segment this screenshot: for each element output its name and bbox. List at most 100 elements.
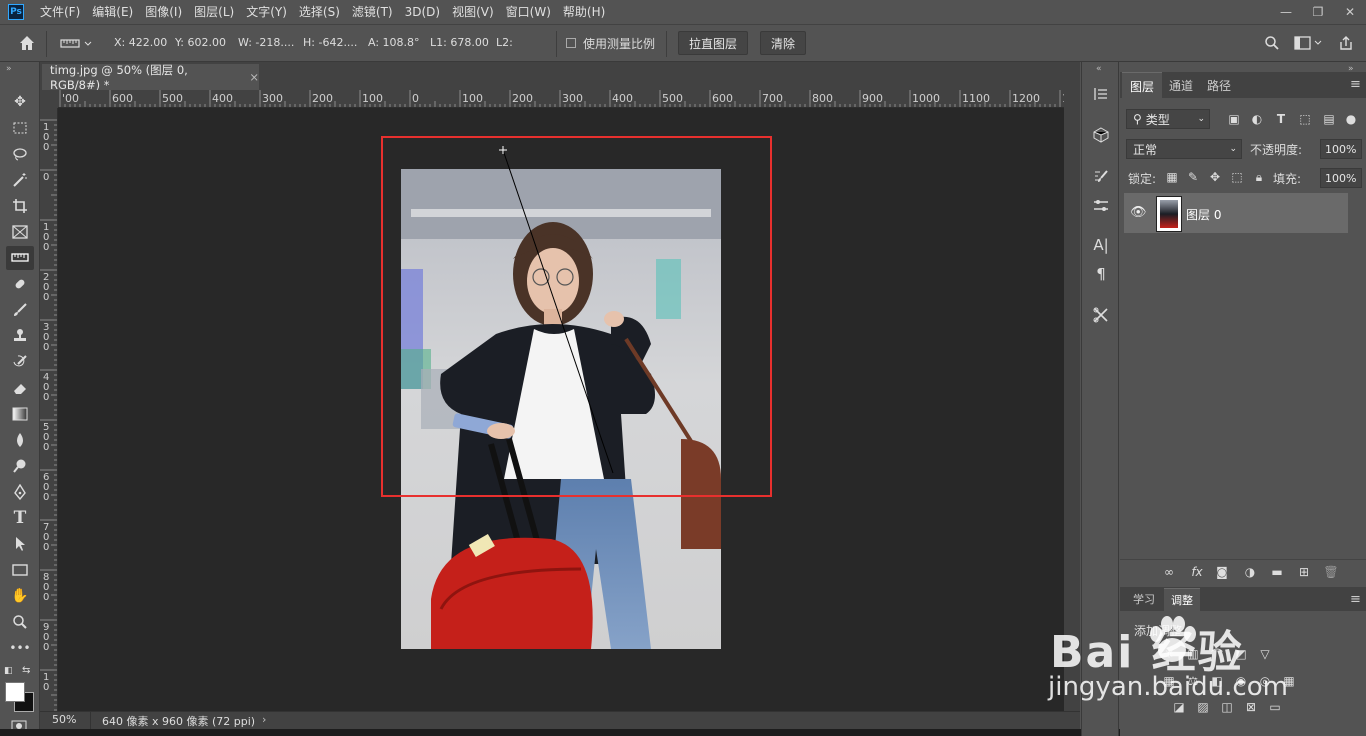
menu-image[interactable]: 图像(I)	[139, 0, 188, 24]
clone-stamp-tool-icon[interactable]	[6, 324, 34, 348]
workspace-icon[interactable]	[1294, 36, 1324, 53]
collapse-chevron-icon[interactable]: »	[6, 64, 12, 74]
posterize-icon[interactable]: ▨	[1194, 698, 1212, 716]
eraser-tool-icon[interactable]	[6, 376, 34, 400]
filter-toggle-icon[interactable]: ●	[1344, 110, 1358, 128]
frame-tool-icon[interactable]	[6, 220, 34, 244]
history-panel-icon[interactable]	[1089, 83, 1113, 105]
paragraph-panel-icon[interactable]: ¶	[1089, 263, 1113, 285]
tab-adjustments[interactable]: 调整	[1164, 588, 1200, 611]
path-selection-tool-icon[interactable]	[6, 532, 34, 556]
character-panel-icon[interactable]: A|	[1089, 234, 1113, 256]
curves-icon[interactable]: ⌒	[1208, 645, 1226, 663]
type-tool-icon[interactable]: T	[6, 506, 34, 530]
menu-file[interactable]: 文件(F)	[34, 0, 86, 24]
tab-paths[interactable]: 路径	[1200, 72, 1238, 98]
zoom-tool-icon[interactable]	[6, 610, 34, 634]
menu-window[interactable]: 窗口(W)	[500, 0, 557, 24]
properties-icon[interactable]	[1089, 195, 1113, 217]
brightness-icon[interactable]: ☀	[1160, 645, 1178, 663]
ruler-origin[interactable]	[40, 90, 58, 108]
color-lookup-icon[interactable]: ▦	[1280, 672, 1298, 690]
lock-position-icon[interactable]: ✥	[1206, 168, 1224, 186]
foreground-color-swatch[interactable]	[5, 682, 25, 702]
new-group-icon[interactable]: ▬	[1268, 563, 1286, 581]
healing-brush-tool-icon[interactable]	[6, 272, 34, 296]
clear-button[interactable]: 清除	[760, 31, 806, 55]
move-tool-icon[interactable]: ✥	[6, 90, 34, 114]
lock-artboard-icon[interactable]: ⬚	[1228, 168, 1246, 186]
vibrance-icon[interactable]: ▽	[1256, 645, 1274, 663]
marquee-tool-icon[interactable]	[6, 116, 34, 140]
home-icon[interactable]	[18, 34, 36, 55]
tab-layers[interactable]: 图层	[1122, 72, 1162, 99]
dodge-tool-icon[interactable]	[6, 454, 34, 478]
gradient-tool-icon[interactable]	[6, 402, 34, 426]
filter-adjustment-icon[interactable]: ◐	[1248, 110, 1266, 128]
panel-menu-icon[interactable]: ≡	[1350, 77, 1361, 92]
lock-image-icon[interactable]: ✎	[1184, 168, 1202, 186]
menu-edit[interactable]: 编辑(E)	[86, 0, 139, 24]
blend-mode-select[interactable]: 正常 ⌄	[1126, 139, 1242, 159]
add-mask-icon[interactable]: ◙	[1213, 563, 1231, 581]
eye-icon[interactable]: 👁︎	[1130, 205, 1147, 220]
tab-learn[interactable]: 学习	[1126, 588, 1162, 610]
layer-style-icon[interactable]: fx	[1188, 563, 1206, 581]
photo-filter-icon[interactable]: ◉	[1232, 672, 1250, 690]
threshold-icon[interactable]: ◫	[1218, 698, 1236, 716]
hue-saturation-icon[interactable]: ▦	[1160, 672, 1178, 690]
gradient-map-icon[interactable]: ▭	[1266, 698, 1284, 716]
menu-layer[interactable]: 图层(L)	[188, 0, 240, 24]
ruler-tool-preset-icon[interactable]	[60, 37, 92, 54]
status-chevron-icon[interactable]: ›	[262, 713, 266, 726]
menu-select[interactable]: 选择(S)	[293, 0, 346, 24]
levels-icon[interactable]: ▥	[1184, 645, 1202, 663]
lock-transparent-icon[interactable]: ▦	[1163, 168, 1181, 186]
restore-button[interactable]: ❐	[1302, 0, 1334, 24]
pen-tool-icon[interactable]	[6, 480, 34, 504]
use-scale-checkbox[interactable]	[566, 38, 576, 48]
delete-layer-icon[interactable]: 🗑︎	[1322, 563, 1340, 581]
straighten-layer-button[interactable]: 拉直图层	[678, 31, 748, 55]
menu-filter[interactable]: 滤镜(T)	[346, 0, 399, 24]
brush-settings-icon[interactable]	[1089, 166, 1113, 188]
color-balance-icon[interactable]: ⚖	[1184, 672, 1202, 690]
tab-channels[interactable]: 通道	[1162, 72, 1200, 98]
brush-tool-icon[interactable]	[6, 298, 34, 322]
vertical-scrollbar[interactable]	[1064, 90, 1080, 711]
invert-icon[interactable]: ◪	[1170, 698, 1188, 716]
menu-3d[interactable]: 3D(D)	[399, 0, 446, 24]
fill-input[interactable]: 100%	[1320, 168, 1362, 188]
menu-help[interactable]: 帮助(H)	[557, 0, 611, 24]
more-tools-icon[interactable]: •••	[6, 636, 34, 660]
layer-row[interactable]: 👁︎ 图层 0	[1124, 193, 1348, 233]
panel-menu-icon[interactable]: ≡	[1350, 592, 1361, 607]
crop-tool-icon[interactable]	[6, 194, 34, 218]
menu-type[interactable]: 文字(Y)	[240, 0, 293, 24]
selective-color-icon[interactable]: ⊠	[1242, 698, 1260, 716]
default-colors-icon[interactable]: ◧	[4, 666, 13, 676]
tool-presets-icon[interactable]	[1089, 304, 1113, 326]
new-layer-icon[interactable]: ⊞	[1295, 563, 1313, 581]
collapse-chevron-icon[interactable]: «	[1096, 64, 1102, 74]
filter-type-icon[interactable]: T	[1272, 110, 1290, 128]
3d-panel-icon[interactable]	[1089, 124, 1113, 146]
magic-wand-tool-icon[interactable]	[6, 168, 34, 192]
rectangle-tool-icon[interactable]	[6, 558, 34, 582]
close-tab-icon[interactable]: ×	[249, 70, 259, 84]
search-icon[interactable]	[1264, 35, 1280, 54]
channel-mixer-icon[interactable]: ◎	[1256, 672, 1274, 690]
filter-pixel-icon[interactable]: ▣	[1225, 110, 1243, 128]
horizontal-ruler[interactable]: '00 600 500 400 300 200 100 0 100 200 300 400 500 600…	[58, 90, 1064, 108]
menu-view[interactable]: 视图(V)	[446, 0, 500, 24]
filter-shape-icon[interactable]: ⬚	[1296, 110, 1314, 128]
black-white-icon[interactable]: ◧	[1208, 672, 1226, 690]
vertical-ruler[interactable]: 100010020030040050060070080090010	[40, 108, 58, 711]
close-button[interactable]: ✕	[1334, 0, 1366, 24]
history-brush-tool-icon[interactable]	[6, 350, 34, 374]
share-icon[interactable]	[1338, 35, 1354, 54]
filter-smart-object-icon[interactable]: ▤	[1320, 110, 1338, 128]
swap-colors-icon[interactable]: ⇆	[22, 665, 30, 676]
minimize-button[interactable]: —	[1270, 0, 1302, 24]
canvas-area[interactable]	[58, 108, 1064, 711]
